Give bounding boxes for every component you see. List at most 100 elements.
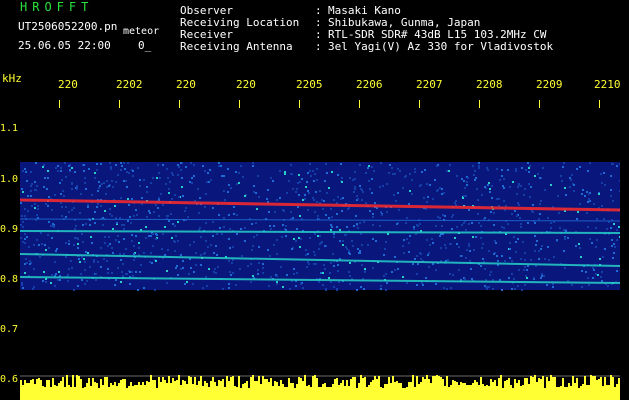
- noise-pixel: [24, 263, 26, 265]
- noise-pixel: [267, 249, 269, 251]
- noise-pixel: [458, 269, 460, 271]
- power-bar: [168, 376, 170, 400]
- noise-pixel: [556, 239, 558, 241]
- noise-pixel: [65, 176, 67, 178]
- noise-pixel: [67, 274, 69, 276]
- noise-pixel: [317, 235, 319, 237]
- power-bar: [284, 387, 286, 400]
- noise-pixel: [167, 249, 169, 251]
- noise-pixel: [276, 281, 278, 283]
- power-bar: [82, 388, 84, 400]
- power-bar: [66, 375, 68, 400]
- noise-pixel: [540, 248, 542, 250]
- noise-pixel: [483, 218, 485, 220]
- noise-pixel: [336, 202, 338, 204]
- capture-duration: 0_: [138, 39, 152, 52]
- noise-pixel: [540, 277, 542, 279]
- power-bar: [398, 383, 400, 400]
- noise-pixel: [419, 185, 421, 187]
- power-bar: [366, 387, 368, 400]
- noise-pixel: [89, 266, 91, 268]
- noise-pixel: [42, 280, 44, 282]
- noise-pixel: [60, 170, 62, 172]
- noise-pixel: [539, 203, 541, 205]
- noise-pixel: [363, 288, 365, 290]
- noise-pixel: [43, 186, 45, 188]
- noise-pixel: [512, 181, 514, 183]
- power-bar: [248, 388, 250, 400]
- noise-pixel: [601, 205, 603, 207]
- power-bar: [512, 388, 514, 400]
- noise-pixel: [333, 199, 335, 201]
- noise-pixel: [318, 281, 320, 283]
- power-bar: [54, 385, 56, 400]
- noise-pixel: [199, 197, 201, 199]
- power-bar: [170, 383, 172, 400]
- noise-pixel: [152, 233, 154, 235]
- noise-pixel: [286, 192, 288, 194]
- noise-pixel: [530, 186, 532, 188]
- noise-pixel: [74, 237, 76, 239]
- noise-pixel: [258, 262, 260, 264]
- noise-pixel: [595, 227, 597, 229]
- noise-pixel: [84, 283, 86, 285]
- noise-pixel: [346, 226, 348, 228]
- noise-pixel: [365, 172, 367, 174]
- info-key: Receiving Antenna: [180, 40, 293, 53]
- x-tick-mark: [59, 100, 60, 108]
- noise-pixel: [215, 272, 217, 274]
- noise-pixel: [293, 273, 295, 275]
- noise-pixel: [441, 225, 443, 227]
- power-bar: [276, 382, 278, 400]
- power-bar: [256, 381, 258, 400]
- noise-pixel: [221, 175, 223, 177]
- noise-pixel: [177, 274, 179, 276]
- noise-pixel: [140, 264, 142, 266]
- noise-pixel: [589, 162, 591, 164]
- noise-pixel: [155, 204, 157, 206]
- noise-pixel: [65, 206, 67, 208]
- noise-pixel: [314, 173, 316, 175]
- noise-pixel: [321, 199, 323, 201]
- noise-pixel: [55, 250, 57, 252]
- noise-pixel: [191, 177, 193, 179]
- noise-pixel: [54, 261, 56, 263]
- noise-pixel: [119, 217, 121, 219]
- noise-pixel: [428, 252, 430, 254]
- noise-pixel: [508, 277, 510, 279]
- noise-pixel: [493, 212, 495, 214]
- noise-pixel: [29, 260, 31, 262]
- noise-pixel: [504, 260, 506, 262]
- noise-pixel: [485, 286, 487, 288]
- noise-pixel: [34, 189, 36, 191]
- noise-pixel: [309, 170, 311, 172]
- power-bar: [216, 386, 218, 400]
- noise-pixel: [121, 271, 123, 273]
- power-bar: [390, 383, 392, 400]
- noise-pixel: [328, 187, 330, 189]
- noise-pixel: [570, 179, 572, 181]
- power-bar: [278, 386, 280, 400]
- noise-pixel: [149, 212, 151, 214]
- noise-pixel: [94, 177, 96, 179]
- noise-pixel: [180, 268, 182, 270]
- noise-pixel: [449, 273, 451, 275]
- noise-pixel: [222, 288, 224, 290]
- x-tick-marks: [59, 100, 600, 108]
- noise-pixel: [589, 238, 591, 240]
- x-tick-mark: [179, 100, 180, 108]
- power-bar: [120, 380, 122, 400]
- noise-pixel: [575, 245, 577, 247]
- noise-pixel: [314, 233, 316, 235]
- noise-pixel: [361, 199, 363, 201]
- noise-pixel: [529, 165, 531, 167]
- noise-pixel: [496, 255, 498, 257]
- noise-pixel: [121, 224, 123, 226]
- noise-pixel: [232, 272, 234, 274]
- noise-pixel: [388, 172, 390, 174]
- power-bar: [310, 387, 312, 400]
- noise-pixel: [492, 288, 494, 290]
- noise-pixel: [251, 223, 253, 225]
- power-bar: [156, 388, 158, 400]
- noise-pixel: [417, 225, 419, 227]
